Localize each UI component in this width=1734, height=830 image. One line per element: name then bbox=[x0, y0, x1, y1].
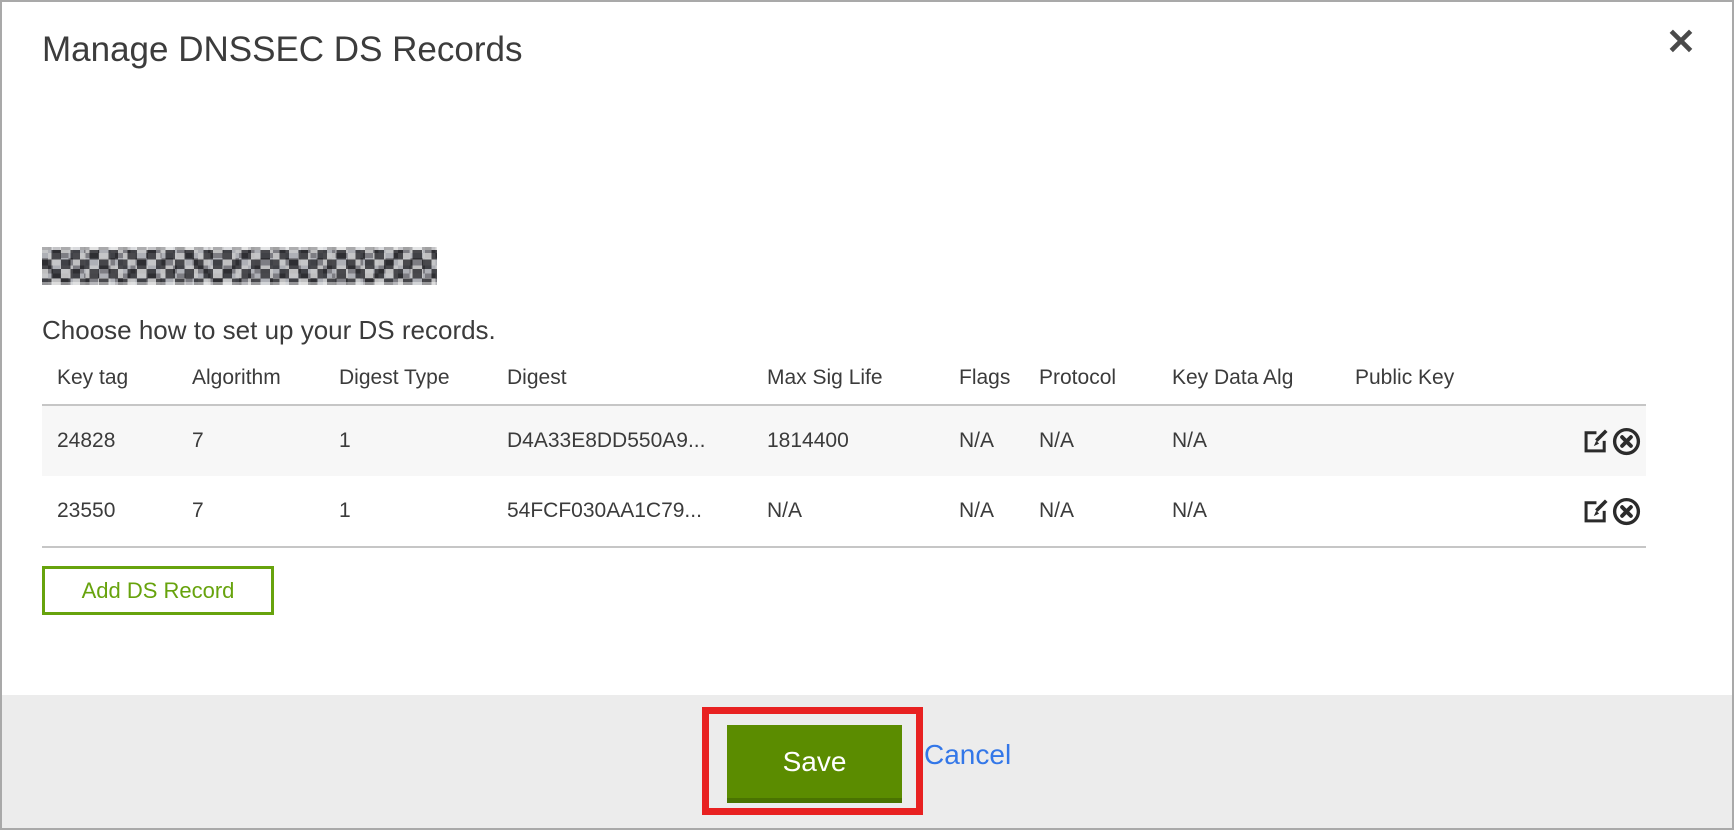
cell-protocol: N/A bbox=[1024, 476, 1157, 547]
ds-records-table: Key tag Algorithm Digest Type Digest Max… bbox=[42, 366, 1646, 548]
edit-icon bbox=[1581, 497, 1610, 526]
column-header-digest: Digest bbox=[492, 366, 752, 405]
edit-icon bbox=[1581, 427, 1610, 456]
cell-algorithm: 7 bbox=[177, 476, 324, 547]
cell-max-sig-life: 1814400 bbox=[752, 405, 944, 476]
cell-flags: N/A bbox=[944, 405, 1024, 476]
edit-record-button[interactable] bbox=[1581, 497, 1610, 526]
modal-footer: Save Cancel bbox=[2, 695, 1732, 828]
column-header-key-tag: Key tag bbox=[42, 366, 177, 405]
cell-digest-type: 1 bbox=[324, 405, 492, 476]
save-button[interactable]: Save bbox=[727, 725, 902, 803]
cell-flags: N/A bbox=[944, 476, 1024, 547]
add-ds-record-button[interactable]: Add DS Record bbox=[42, 566, 274, 615]
cell-protocol: N/A bbox=[1024, 405, 1157, 476]
cell-max-sig-life: N/A bbox=[752, 476, 944, 547]
modal-title: Manage DNSSEC DS Records bbox=[42, 30, 1732, 70]
cell-key-tag: 23550 bbox=[42, 476, 177, 547]
column-header-flags: Flags bbox=[944, 366, 1024, 405]
close-button[interactable]: ✕ bbox=[1662, 20, 1700, 64]
column-header-digest-type: Digest Type bbox=[324, 366, 492, 405]
cell-key-tag: 24828 bbox=[42, 405, 177, 476]
column-header-actions bbox=[1554, 366, 1646, 405]
cell-actions bbox=[1554, 405, 1646, 476]
delete-record-button[interactable] bbox=[1611, 426, 1642, 457]
cell-key-data-alg: N/A bbox=[1157, 476, 1340, 547]
instruction-text: Choose how to set up your DS records. bbox=[42, 315, 1732, 346]
column-header-algorithm: Algorithm bbox=[177, 366, 324, 405]
edit-record-button[interactable] bbox=[1581, 427, 1610, 456]
save-highlight-annotation: Save bbox=[702, 707, 923, 815]
cell-public-key bbox=[1340, 476, 1554, 547]
cell-digest: 54FCF030AA1C79... bbox=[492, 476, 752, 547]
column-header-max-sig-life: Max Sig Life bbox=[752, 366, 944, 405]
cell-actions bbox=[1554, 476, 1646, 547]
cancel-link[interactable]: Cancel bbox=[924, 739, 1011, 771]
table-header-row: Key tag Algorithm Digest Type Digest Max… bbox=[42, 366, 1646, 405]
column-header-protocol: Protocol bbox=[1024, 366, 1157, 405]
cell-digest: D4A33E8DD550A9... bbox=[492, 405, 752, 476]
column-header-key-data-alg: Key Data Alg bbox=[1157, 366, 1340, 405]
dnssec-ds-records-modal: ✕ Manage DNSSEC DS Records Choose how to… bbox=[0, 0, 1734, 830]
domain-name-redacted bbox=[42, 247, 437, 285]
cell-key-data-alg: N/A bbox=[1157, 405, 1340, 476]
close-icon: ✕ bbox=[1666, 21, 1696, 62]
cell-algorithm: 7 bbox=[177, 405, 324, 476]
ds-record-row-1: 24828 7 1 D4A33E8DD550A9... 1814400 N/A … bbox=[42, 405, 1646, 476]
delete-record-button[interactable] bbox=[1611, 496, 1642, 527]
column-header-public-key: Public Key bbox=[1340, 366, 1554, 405]
ds-record-row-2: 23550 7 1 54FCF030AA1C79... N/A N/A N/A … bbox=[42, 476, 1646, 547]
delete-icon bbox=[1611, 496, 1642, 527]
delete-icon bbox=[1611, 426, 1642, 457]
cell-public-key bbox=[1340, 405, 1554, 476]
cell-digest-type: 1 bbox=[324, 476, 492, 547]
